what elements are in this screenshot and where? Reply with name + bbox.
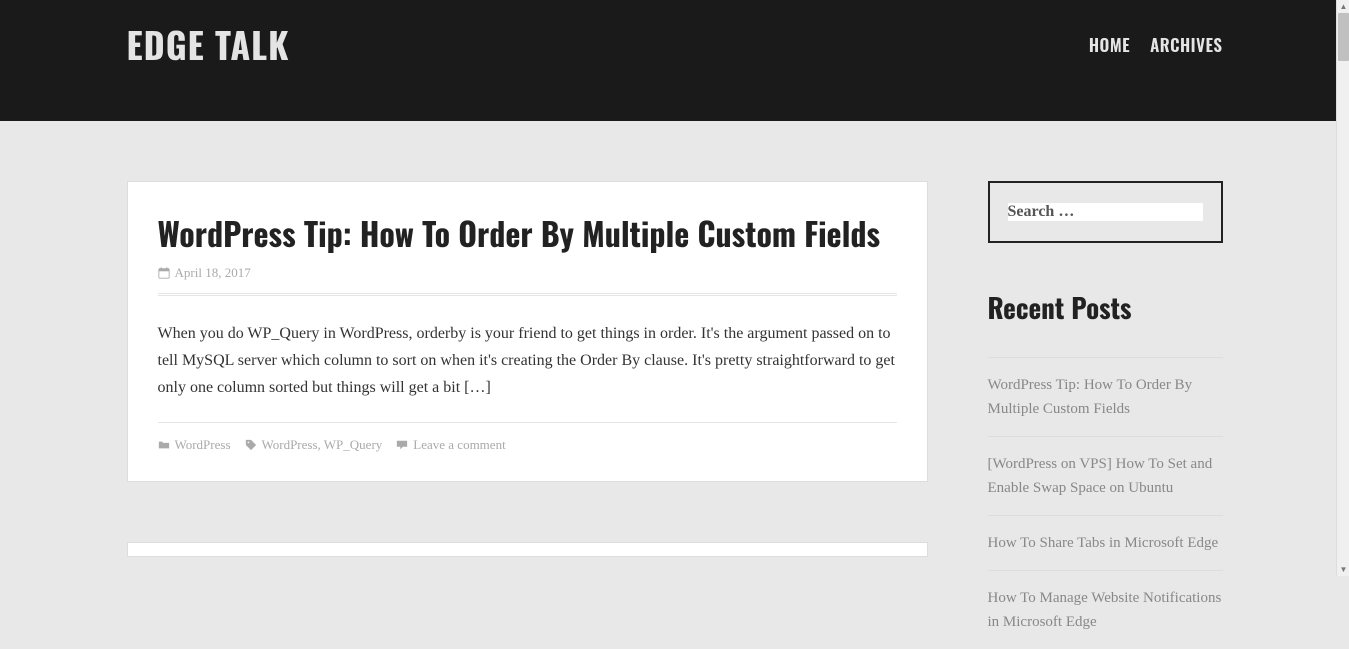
divider	[158, 422, 897, 423]
recent-post-link[interactable]: How To Manage Website Notifications in M…	[988, 590, 1222, 630]
nav-home[interactable]: HOME	[1089, 32, 1130, 57]
search-box[interactable]	[988, 181, 1223, 243]
scroll-down-arrow[interactable]: ▼	[1337, 563, 1349, 576]
list-item: How To Share Tabs in Microsoft Edge	[988, 515, 1223, 570]
main-nav: HOME ARCHIVES	[1089, 32, 1223, 57]
calendar-icon	[158, 267, 170, 279]
recent-posts-list: WordPress Tip: How To Order By Multiple …	[988, 357, 1223, 649]
recent-posts-title: Recent Posts	[988, 287, 1223, 327]
recent-post-link[interactable]: WordPress Tip: How To Order By Multiple …	[988, 377, 1193, 417]
tag-icon	[245, 439, 257, 451]
post-date[interactable]: April 18, 2017	[175, 265, 251, 281]
comment-icon	[396, 439, 408, 451]
recent-post-link[interactable]: [WordPress on VPS] How To Set and Enable…	[988, 456, 1213, 496]
post-comment-link[interactable]: Leave a comment	[413, 437, 505, 453]
list-item: WordPress Tip: How To Order By Multiple …	[988, 357, 1223, 436]
list-item: How To Manage Website Notifications in M…	[988, 570, 1223, 649]
list-item: [WordPress on VPS] How To Set and Enable…	[988, 436, 1223, 515]
main-content: WordPress Tip: How To Order By Multiple …	[127, 181, 928, 649]
post-footer: WordPress WordPress, WP_Query Leave a co…	[158, 437, 897, 453]
folder-icon	[158, 439, 170, 451]
site-title[interactable]: EDGE TALK	[127, 18, 290, 71]
site-header: EDGE TALK HOME ARCHIVES	[0, 0, 1349, 121]
main-container: WordPress Tip: How To Order By Multiple …	[115, 181, 1235, 649]
post-excerpt: When you do WP_Query in WordPress, order…	[158, 320, 897, 402]
sidebar: Recent Posts WordPress Tip: How To Order…	[988, 181, 1223, 649]
scrollbar-thumb[interactable]	[1338, 13, 1349, 61]
post-title[interactable]: WordPress Tip: How To Order By Multiple …	[158, 210, 897, 257]
next-post-peek	[127, 542, 928, 557]
nav-archives[interactable]: ARCHIVES	[1150, 32, 1222, 57]
divider	[158, 293, 897, 296]
post-category[interactable]: WordPress	[175, 437, 231, 453]
recent-post-link[interactable]: How To Share Tabs in Microsoft Edge	[988, 535, 1219, 551]
search-input[interactable]	[1008, 203, 1203, 221]
post-tags[interactable]: WordPress, WP_Query	[262, 437, 383, 453]
scrollbar[interactable]: ▲ ▼	[1336, 0, 1349, 576]
post-card: WordPress Tip: How To Order By Multiple …	[127, 181, 928, 482]
post-meta: April 18, 2017	[158, 265, 897, 281]
scroll-up-arrow[interactable]: ▲	[1337, 0, 1349, 13]
